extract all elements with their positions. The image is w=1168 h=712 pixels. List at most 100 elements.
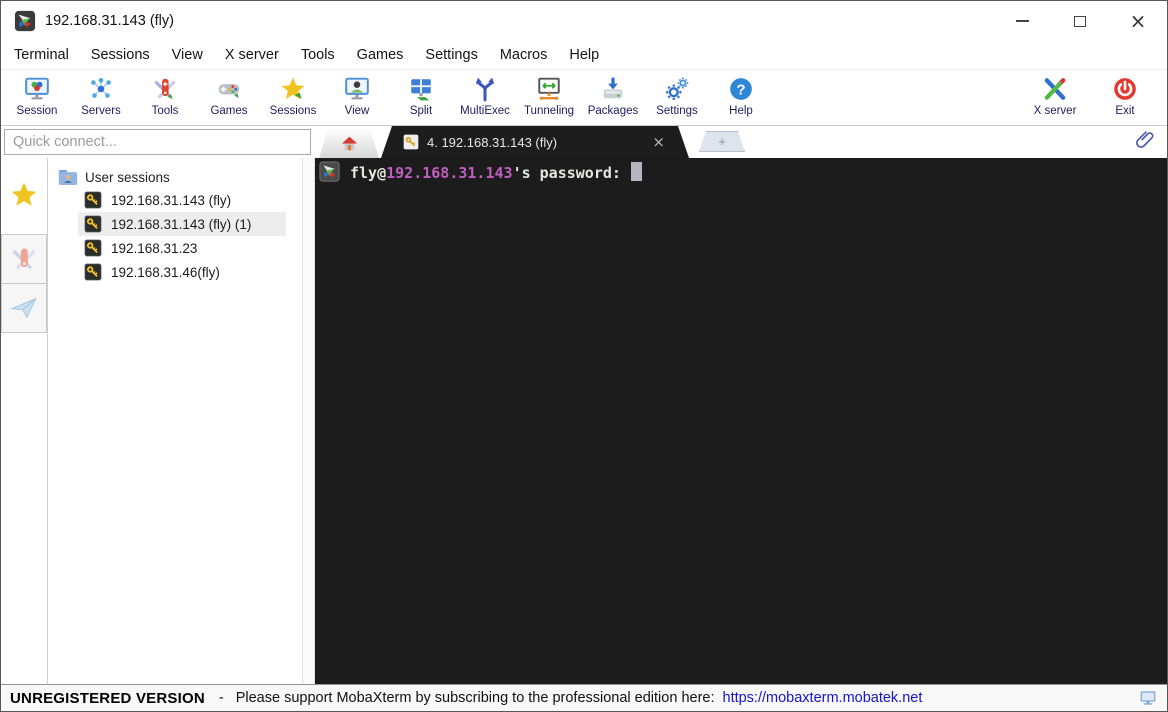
mobaxterm-window: 192.168.31.143 (fly) × Terminal Sessions… xyxy=(0,0,1168,712)
home-tab[interactable] xyxy=(319,129,379,158)
status-bar: UNREGISTERED VERSION - Please support Mo… xyxy=(1,684,1167,711)
toolbar-exit-button[interactable]: Exit xyxy=(1093,76,1157,117)
toolbar-packages-button[interactable]: Packages xyxy=(581,76,645,117)
tab-close-icon[interactable]: × xyxy=(622,133,665,151)
toolbar-help-button[interactable]: ? Help xyxy=(709,76,773,117)
menu-sessions[interactable]: Sessions xyxy=(80,44,161,66)
status-message: Please support MobaXterm by subscribing … xyxy=(236,690,715,706)
tree-root-label: User sessions xyxy=(85,170,170,185)
session-icon xyxy=(24,76,50,102)
terminal-prompt-line: fly@192.168.31.143's password: xyxy=(319,161,1163,182)
prompt-user: fly@ xyxy=(350,164,386,182)
new-tab-button[interactable]: + xyxy=(699,131,745,152)
toolbar-right-group: X server Exit xyxy=(1023,76,1163,117)
packages-icon xyxy=(600,76,626,102)
terminal[interactable]: fly@192.168.31.143's password: xyxy=(315,158,1167,686)
main-area: User sessions 192.168.31.143 (fly) xyxy=(1,126,1167,686)
side-tab-sessions[interactable] xyxy=(1,170,47,220)
home-icon xyxy=(340,134,359,153)
toolbar-label: Tunneling xyxy=(524,105,574,117)
session-item[interactable]: 192.168.31.23 xyxy=(78,236,286,260)
toolbar-sessions-button[interactable]: Sessions xyxy=(261,76,325,117)
settings-icon xyxy=(664,76,690,102)
side-tab-tools[interactable] xyxy=(1,234,47,284)
quick-connect-wrap xyxy=(1,126,315,158)
toolbar-multiexec-button[interactable]: MultiExec xyxy=(453,76,517,117)
close-button[interactable]: × xyxy=(1109,1,1167,41)
tunneling-icon xyxy=(536,76,562,102)
help-icon: ? xyxy=(728,76,754,102)
mobatek-link[interactable]: https://mobaxterm.mobatek.net xyxy=(723,690,923,706)
menu-bar: Terminal Sessions View X server Tools Ga… xyxy=(1,41,1167,69)
menu-help[interactable]: Help xyxy=(558,44,610,66)
maximize-button[interactable] xyxy=(1051,1,1109,41)
toolbar-label: Tools xyxy=(152,105,179,117)
session-item[interactable]: 192.168.31.143 (fly) (1) xyxy=(78,212,286,236)
toolbar-label: Packages xyxy=(588,105,639,117)
toolbar-xserver-button[interactable]: X server xyxy=(1023,76,1087,117)
sessions-tree: User sessions 192.168.31.143 (fly) xyxy=(48,158,302,686)
games-icon xyxy=(216,76,242,102)
toolbar-settings-button[interactable]: Settings xyxy=(645,76,709,117)
status-separator: - xyxy=(219,690,224,706)
menu-macros[interactable]: Macros xyxy=(489,44,559,66)
toolbar-label: Session xyxy=(17,105,58,117)
quick-connect-input[interactable] xyxy=(4,129,311,155)
star-side-icon xyxy=(10,181,38,209)
toolbar-view-button[interactable]: View xyxy=(325,76,389,117)
toolbar-tunneling-button[interactable]: Tunneling xyxy=(517,76,581,117)
toolbar-servers-button[interactable]: Servers xyxy=(69,76,133,117)
session-item[interactable]: 192.168.31.143 (fly) xyxy=(78,188,286,212)
session-item[interactable]: 192.168.31.46(fly) xyxy=(78,260,286,284)
toolbar-label: X server xyxy=(1034,105,1077,117)
prompt-suffix: 's password: xyxy=(513,164,630,182)
toolbar-label: Sessions xyxy=(270,105,317,117)
toolbar-label: Help xyxy=(729,105,753,117)
toolbar-label: MultiExec xyxy=(460,105,510,117)
side-tab-strip xyxy=(1,158,48,686)
mobaxterm-logo-icon xyxy=(319,161,340,182)
key-session-icon xyxy=(403,134,419,150)
monitor-status-icon[interactable] xyxy=(1138,689,1158,707)
tab-bar: 4. 192.168.31.143 (fly) × + xyxy=(315,126,1167,158)
knife-side-icon xyxy=(10,245,38,273)
minimize-button[interactable] xyxy=(993,1,1051,41)
sidebar-scrollbar[interactable] xyxy=(302,158,315,686)
session-item-label: 192.168.31.23 xyxy=(111,241,197,256)
side-tab-macros[interactable] xyxy=(1,283,47,333)
plane-side-icon xyxy=(10,294,38,322)
terminal-prompt-text: fly@192.168.31.143's password: xyxy=(350,162,642,182)
active-terminal-tab[interactable]: 4. 192.168.31.143 (fly) × xyxy=(381,126,689,158)
prompt-host: 192.168.31.143 xyxy=(386,164,512,182)
menu-games[interactable]: Games xyxy=(346,44,415,66)
key-session-icon xyxy=(84,191,102,209)
toolbar: Session Servers Tools xyxy=(1,69,1167,126)
menu-tools[interactable]: Tools xyxy=(290,44,346,66)
maximize-icon xyxy=(1074,16,1086,27)
minimize-icon xyxy=(1016,20,1029,22)
close-icon: × xyxy=(1130,11,1147,31)
view-icon xyxy=(344,76,370,102)
toolbar-split-button[interactable]: Split xyxy=(389,76,453,117)
content-area: 4. 192.168.31.143 (fly) × + xyxy=(315,126,1167,686)
servers-icon xyxy=(88,76,114,102)
paperclip-icon[interactable] xyxy=(1135,129,1155,151)
toolbar-session-button[interactable]: Session xyxy=(5,76,69,117)
sidebar-body: User sessions 192.168.31.143 (fly) xyxy=(1,158,315,686)
menu-settings[interactable]: Settings xyxy=(414,44,488,66)
toolbar-label: Settings xyxy=(656,105,698,117)
tree-root-user-sessions[interactable]: User sessions xyxy=(58,167,302,188)
key-session-icon xyxy=(84,239,102,257)
exit-icon xyxy=(1112,76,1138,102)
key-session-icon xyxy=(84,215,102,233)
terminal-cursor xyxy=(631,162,642,181)
toolbar-games-button[interactable]: Games xyxy=(197,76,261,117)
toolbar-label: View xyxy=(345,105,370,117)
toolbar-tools-button[interactable]: Tools xyxy=(133,76,197,117)
menu-terminal[interactable]: Terminal xyxy=(3,44,80,66)
menu-xserver[interactable]: X server xyxy=(214,44,290,66)
toolbar-label: Games xyxy=(210,105,247,117)
menu-view[interactable]: View xyxy=(161,44,214,66)
sidebar: User sessions 192.168.31.143 (fly) xyxy=(1,126,315,686)
window-title: 192.168.31.143 (fly) xyxy=(45,13,174,29)
